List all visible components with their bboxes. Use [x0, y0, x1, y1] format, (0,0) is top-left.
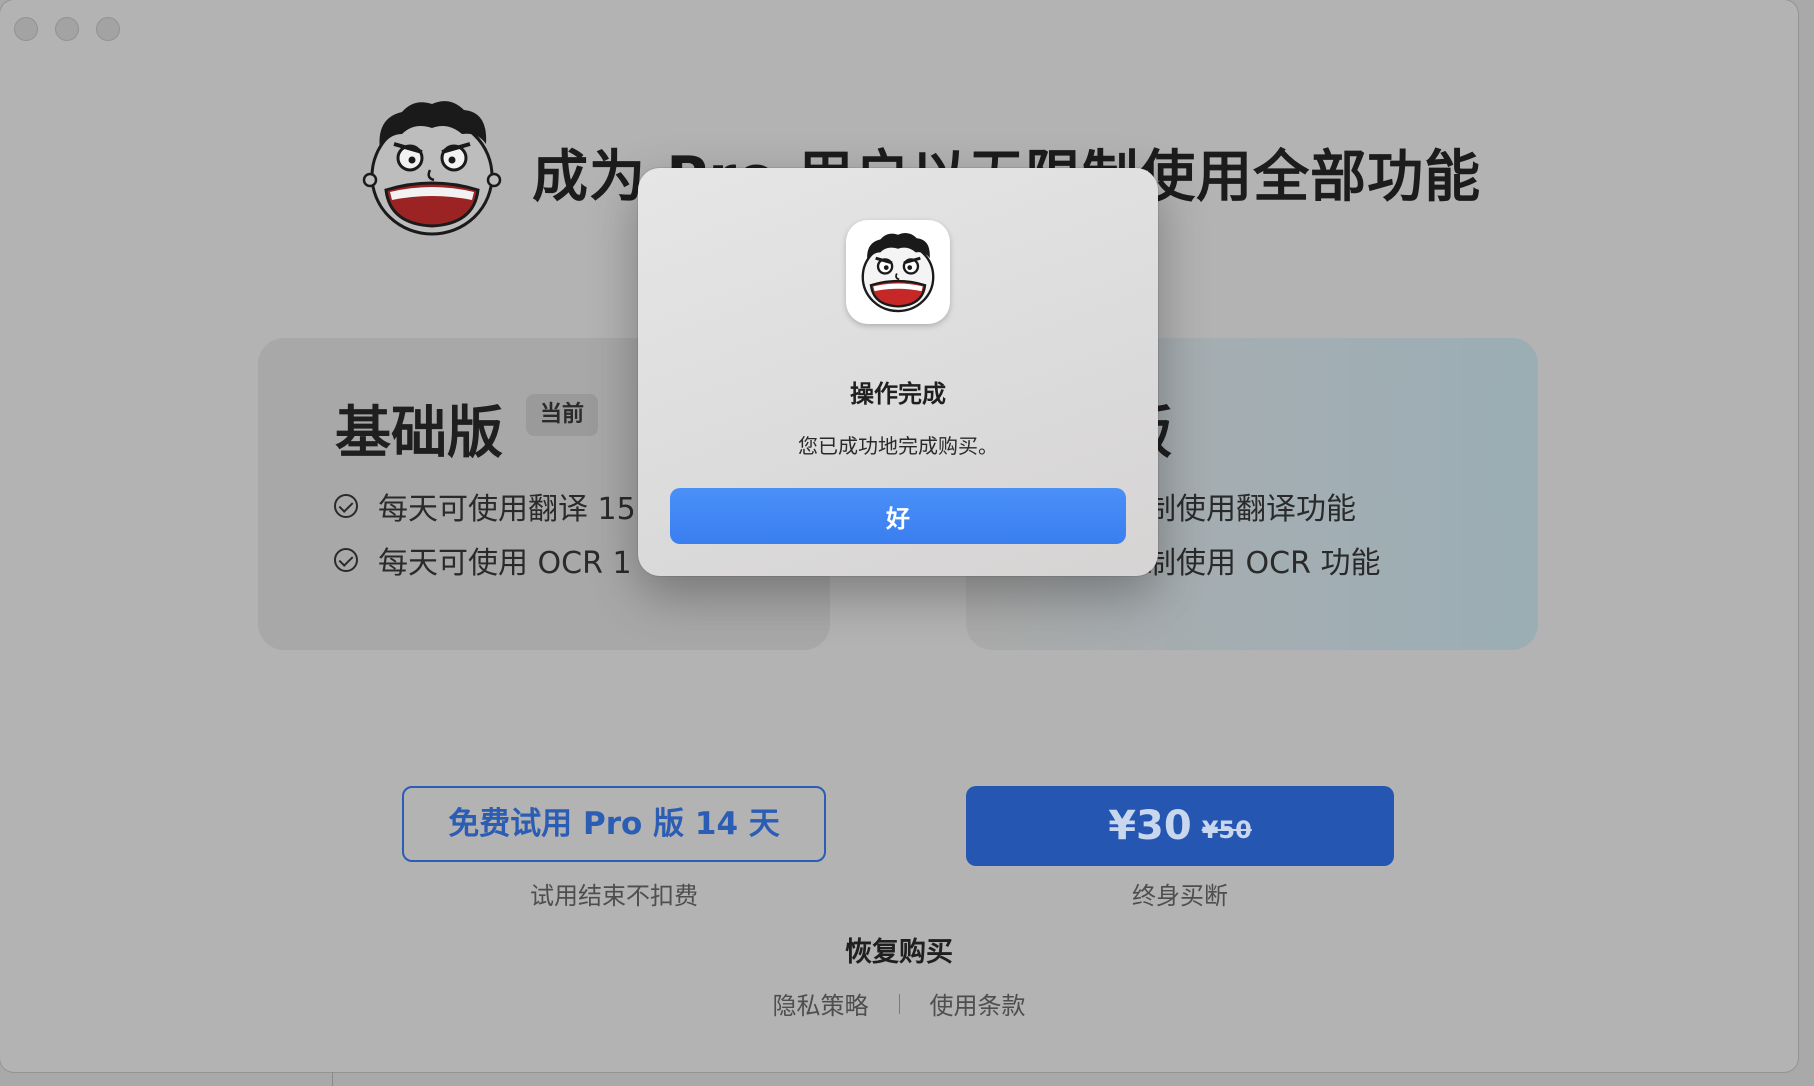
trial-note: 试用结束不扣费: [530, 882, 698, 910]
minimize-window-button[interactable]: [55, 17, 79, 41]
app-icon: [846, 220, 950, 324]
price: ¥30: [1108, 803, 1192, 849]
lifetime-note: 终身买断: [1132, 882, 1228, 910]
dialog-message: 您已成功地完成购买。: [798, 434, 998, 458]
restore-purchase-link[interactable]: 恢复购买: [0, 930, 1798, 969]
zoom-window-button[interactable]: [96, 17, 120, 41]
basic-plan-title: 基础版: [335, 401, 503, 466]
check-circle-icon: [334, 548, 358, 572]
feature-label: 每天可使用翻译 15: [378, 492, 636, 527]
traffic-lights: [14, 17, 120, 41]
pro-feature-ocr: 制使用 OCR 功能: [1146, 546, 1381, 581]
footer-links: 隐私策略 使用条款: [0, 986, 1798, 1021]
current-plan-badge: 当前: [526, 394, 598, 436]
terms-of-use-link[interactable]: 使用条款: [930, 986, 1026, 1021]
feature-label: 每天可使用 OCR 1: [378, 546, 632, 581]
purchase-window: 成为 Pro 用户以无限制使用全部功能 基础版 当前 每天可使用翻译 15 每天…: [0, 0, 1798, 1072]
dialog-title: 操作完成: [850, 380, 946, 408]
purchase-complete-dialog: 操作完成 您已成功地完成购买。 好: [638, 168, 1158, 576]
pro-feature-translate: 制使用翻译功能: [1146, 492, 1356, 527]
original-price: ¥50: [1201, 816, 1252, 844]
check-circle-icon: [334, 494, 358, 518]
divider: [332, 1072, 333, 1086]
basic-feature-translate: 每天可使用翻译 15: [334, 484, 636, 528]
ok-button[interactable]: 好: [670, 488, 1126, 544]
link-divider: [898, 993, 900, 1014]
close-window-button[interactable]: [14, 17, 38, 41]
cartoon-face-icon: [861, 232, 935, 313]
free-trial-button[interactable]: 免费试用 Pro 版 14 天: [402, 786, 826, 862]
buy-lifetime-button[interactable]: ¥30 ¥50: [966, 786, 1394, 866]
privacy-policy-link[interactable]: 隐私策略: [773, 986, 869, 1021]
basic-feature-ocr: 每天可使用 OCR 1: [334, 538, 632, 582]
cartoon-face-icon: [362, 101, 502, 236]
